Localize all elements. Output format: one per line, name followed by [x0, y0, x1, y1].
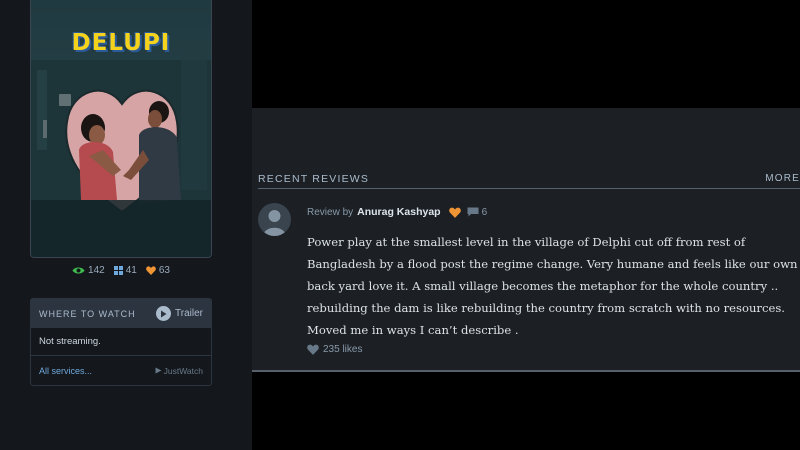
poster-title: DELUPI — [71, 30, 171, 56]
heart-icon — [146, 266, 156, 275]
more-reviews-link[interactable]: MORE — [765, 173, 800, 184]
streaming-status: Not streaming. — [31, 328, 211, 356]
heart-icon — [307, 344, 319, 355]
avatar-placeholder-icon — [263, 210, 286, 236]
likes-stat[interactable]: 63 — [146, 265, 170, 276]
likes-label: 235 likes — [323, 344, 363, 355]
all-services-link[interactable]: All services... — [39, 366, 92, 376]
where-to-watch-footer: All services... JustWatch — [31, 356, 211, 385]
review-likes[interactable]: 235 likes — [307, 344, 362, 355]
trailer-button[interactable]: Trailer — [156, 306, 203, 321]
where-to-watch-title: WHERE TO WATCH — [39, 308, 136, 319]
review-by-label: Review by — [307, 206, 354, 218]
film-poster[interactable]: DELUPI — [30, 0, 212, 258]
recent-reviews-section: RECENT REVIEWS MORE Review by Anurag Kas… — [252, 108, 800, 372]
film-sidebar: DELUPI 142 41 63 WHERE TO WATCH Trailer … — [0, 0, 252, 450]
review-author[interactable]: Anurag Kashyap — [357, 206, 440, 218]
where-to-watch-panel: WHERE TO WATCH Trailer Not streaming. Al… — [30, 298, 212, 386]
film-stats: 142 41 63 — [30, 265, 212, 276]
justwatch-label: JustWatch — [163, 365, 203, 376]
eye-icon — [72, 267, 85, 274]
play-icon — [156, 306, 172, 321]
watched-count: 142 — [88, 265, 105, 276]
where-to-watch-header: WHERE TO WATCH Trailer — [31, 299, 211, 328]
section-divider — [258, 188, 800, 189]
recent-reviews-heading[interactable]: RECENT REVIEWS — [258, 173, 369, 185]
liked-heart-icon — [448, 207, 461, 218]
comment-count: 6 — [481, 206, 488, 218]
avatar[interactable] — [258, 203, 291, 236]
lists-stat[interactable]: 41 — [113, 265, 137, 276]
review-text[interactable]: Power play at the smallest level in the … — [307, 231, 799, 341]
justwatch-icon — [155, 367, 162, 374]
review-byline: Review by Anurag Kashyap 6 — [307, 206, 487, 218]
review-comments[interactable]: 6 — [467, 206, 488, 218]
likes-count: 63 — [158, 265, 170, 276]
justwatch-link[interactable]: JustWatch — [155, 366, 203, 376]
trailer-label: Trailer — [175, 308, 203, 319]
lists-count: 41 — [125, 265, 137, 276]
watched-stat[interactable]: 142 — [72, 265, 105, 276]
comment-icon — [467, 207, 479, 217]
grid-icon — [113, 266, 123, 275]
